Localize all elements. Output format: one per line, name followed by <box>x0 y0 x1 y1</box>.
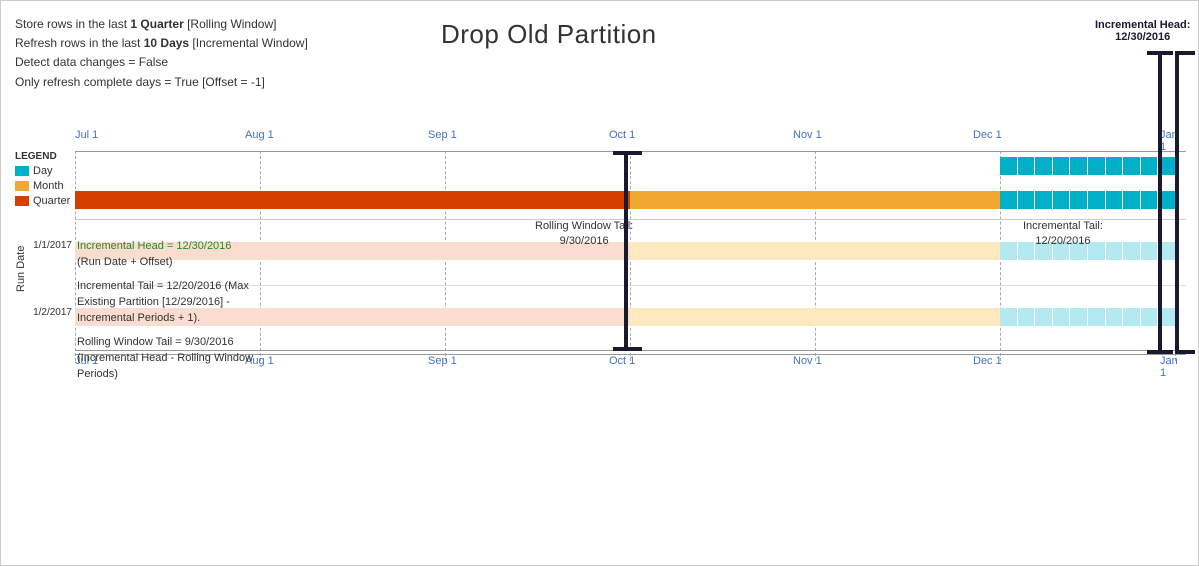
bar-day-row1-bot <box>1000 191 1175 209</box>
legend-label-day: Day <box>33 165 53 177</box>
x-label-nov1: Nov 1 <box>793 129 822 141</box>
inc-head-label: Incremental Head: 12/30/2016 <box>1095 19 1190 43</box>
x-bot-label-oct1: Oct 1 <box>609 355 635 367</box>
legend-color-day <box>15 166 29 176</box>
bar-day-row1-top <box>1000 157 1175 175</box>
info-line4: Only refresh complete days = True [Offse… <box>15 73 308 92</box>
oct-bracket-bot-r <box>628 347 642 351</box>
annotation-inc-head-eq-text: Incremental Head = 12/30/2016 <box>77 240 231 252</box>
info-line3: Detect data changes = False <box>15 53 308 72</box>
x-bot-label-nov1: Nov 1 <box>793 355 822 367</box>
x-label-aug1: Aug 1 <box>245 129 274 141</box>
rolling-tail-label: Rolling Window Tail: 9/30/2016 <box>535 219 633 250</box>
x-label-sep1: Sep 1 <box>428 129 457 141</box>
inc-tail-title: Incremental Tail: <box>1023 220 1103 232</box>
legend-label-month: Month <box>33 180 64 192</box>
oct-bracket-bar <box>624 151 628 351</box>
legend-color-quarter <box>15 196 29 206</box>
legend-label-quarter: Quarter <box>33 195 70 207</box>
legend-title: LEGEND <box>15 151 75 162</box>
left-annotations: Incremental Head = 12/30/2016 (Run Date … <box>77 239 467 383</box>
oct-bracket-bot-l <box>613 347 629 351</box>
inc-head-bot-left <box>1147 350 1173 354</box>
row-label-1-1-2017: 1/1/2017 <box>17 240 72 251</box>
info-line1: Store rows in the last 1 Quarter [Rollin… <box>15 15 308 34</box>
inc-head-value: 12/30/2016 <box>1115 31 1170 43</box>
inc-head-title: Incremental Head: <box>1095 19 1190 31</box>
x-label-jul1: Jul 1 <box>75 129 98 141</box>
legend: LEGEND Day Month Quarter <box>15 151 75 207</box>
inc-head-top-right <box>1175 51 1195 55</box>
x-label-dec1: Dec 1 <box>973 129 1002 141</box>
bar-month <box>630 191 1000 209</box>
legend-item-month: Month <box>15 180 75 192</box>
bar-month-light-2a <box>630 242 1000 260</box>
y-axis-label: Run Date <box>15 219 31 319</box>
legend-item-day: Day <box>15 165 75 177</box>
x-bot-label-dec1: Dec 1 <box>973 355 1002 367</box>
x-label-oct1: Oct 1 <box>609 129 635 141</box>
inc-head-bot-right <box>1175 350 1195 354</box>
bar-day-light-2b <box>1000 308 1175 326</box>
row-label-1-2-2017: 1/2/2017 <box>17 307 72 318</box>
legend-item-quarter: Quarter <box>15 195 75 207</box>
annotation-rolling-tail-eq: Rolling Window Tail = 9/30/2016 (Increme… <box>77 335 467 383</box>
inc-head-top-left <box>1147 51 1173 55</box>
rolling-tail-title: Rolling Window Tail: <box>535 220 633 232</box>
rolling-tail-value: 9/30/2016 <box>560 235 609 247</box>
x-label-jan1: Jan 1 <box>1160 129 1186 153</box>
info-line2: Refresh rows in the last 10 Days [Increm… <box>15 34 308 53</box>
chart: Run Date LEGEND Day Month Quarter <box>15 129 1186 537</box>
bar-month-light-2b <box>630 308 1000 326</box>
legend-color-month <box>15 181 29 191</box>
oct-bracket-top-r <box>628 151 642 155</box>
row-main <box>75 152 1186 220</box>
page-title: Drop Old Partition <box>441 19 657 50</box>
x-axis-top: Jul 1 Aug 1 Sep 1 Oct 1 Nov 1 Dec 1 Jan … <box>75 129 1186 151</box>
bar-quarter <box>75 191 630 209</box>
annotation-inc-head-eq: Incremental Head = 12/30/2016 (Run Date … <box>77 239 467 271</box>
inc-tail-value: 12/20/2016 <box>1035 235 1090 247</box>
annotation-inc-head-eq-sub: (Run Date + Offset) <box>77 256 172 268</box>
oct-bracket-top-l <box>613 151 629 155</box>
inc-head-left-bar <box>1158 51 1162 354</box>
inc-tail-label: Incremental Tail: 12/20/2016 <box>1023 219 1103 250</box>
info-block: Store rows in the last 1 Quarter [Rollin… <box>15 15 308 92</box>
inc-head-right-bar <box>1175 51 1179 354</box>
annotation-inc-tail-eq: Incremental Tail = 12/20/2016 (Max Exist… <box>77 279 467 327</box>
x-bot-label-jan1: Jan 1 <box>1160 355 1186 379</box>
